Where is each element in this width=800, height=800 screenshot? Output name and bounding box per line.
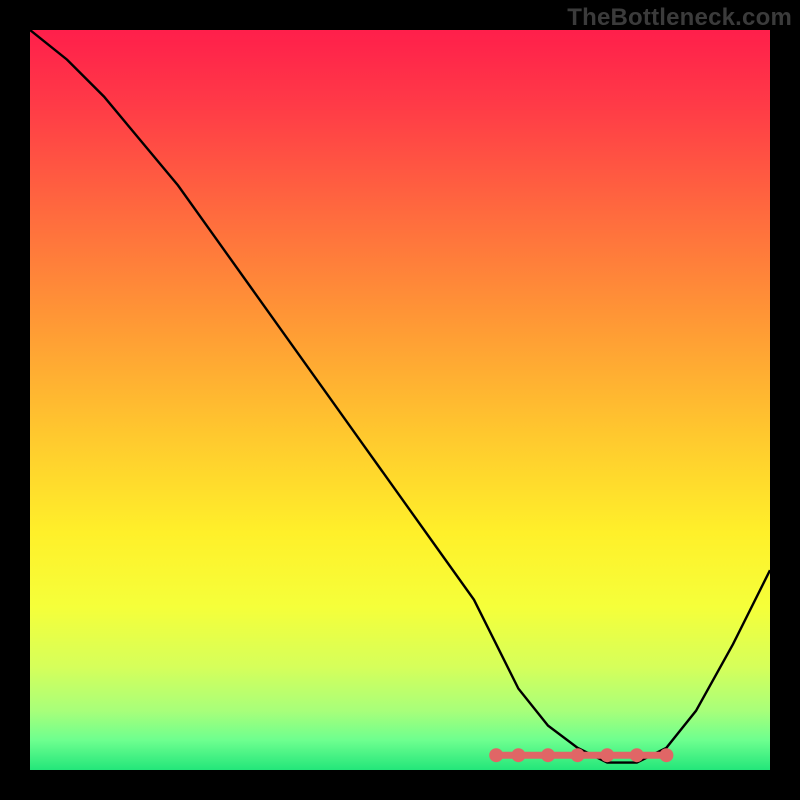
watermark-text: TheBottleneck.com [567,4,792,32]
chart-svg [30,30,770,770]
plot-area [30,30,770,770]
